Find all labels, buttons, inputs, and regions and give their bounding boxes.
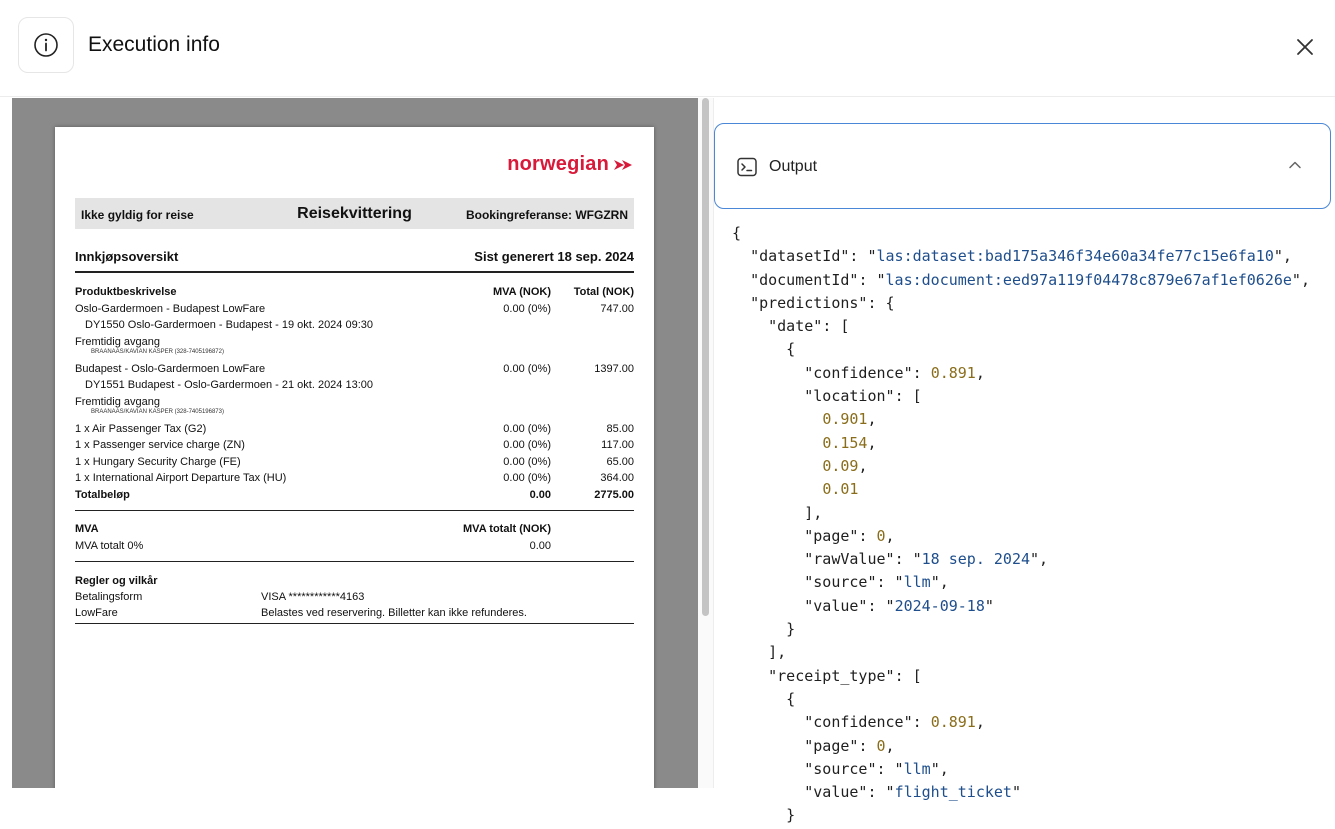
json-location-value: 0.154 (822, 433, 868, 452)
fare-value: Belastes ved reservering. Billetter kan … (261, 607, 527, 619)
divider (75, 271, 634, 273)
receipt-page: norwegian Ikke gyldig for reise Reisekvi… (55, 127, 654, 788)
flight2-passenger: BRAANAAS/KAVIAN KASPER (328-7405196873) (91, 409, 224, 415)
mva-row-label: MVA totalt 0% (75, 540, 144, 552)
json-receipt-confidence: 0.891 (930, 713, 976, 732)
column-description: Produktbeskrivelse (75, 286, 177, 298)
payment-label: Betalingsform (75, 591, 143, 603)
chevron-up-icon[interactable] (1287, 157, 1303, 178)
json-receipt-source: llm (903, 759, 931, 778)
json-location-value: 0.901 (822, 410, 868, 429)
json-location-value: 0.01 (822, 480, 859, 499)
info-icon (18, 17, 74, 73)
mva-row-value: 0.00 (529, 540, 551, 552)
flight2-status: Fremtidig avgang (75, 396, 160, 408)
terms-title: Regler og vilkår (75, 575, 158, 587)
json-output: { "datasetId": "las:dataset:bad175a346f3… (732, 224, 1310, 825)
json-raw-value: 18 sep. 2024 (921, 550, 1031, 569)
fee-label: 1 x Hungary Security Charge (FE) (75, 456, 241, 468)
purchase-overview-title: Innkjøpsoversikt (75, 249, 179, 264)
fee-mva: 0.00 (0%) (503, 439, 551, 451)
flight1-passenger: BRAANAAS/KAVIAN KASPER (328-7405196872) (91, 349, 224, 355)
json-date-confidence: 0.891 (930, 363, 976, 382)
brand-name: norwegian (507, 153, 609, 175)
flight1-status: Fremtidig avgang (75, 336, 160, 348)
modal-title: Execution info (88, 33, 220, 56)
json-date-value: 2024-09-18 (894, 596, 985, 615)
fare-label: LowFare (75, 607, 118, 619)
fee-total: 364.00 (600, 472, 634, 484)
document-viewer[interactable]: norwegian Ikke gyldig for reise Reisekvi… (12, 98, 698, 788)
generated-date: Sist generert 18 sep. 2024 (474, 249, 634, 264)
viewer-scrollbar-thumb[interactable] (702, 98, 709, 616)
divider (75, 561, 634, 562)
close-icon[interactable] (1292, 34, 1318, 60)
json-document-id: las:document:eed97a119f04478c879e67af1ef… (885, 270, 1292, 289)
divider (75, 510, 634, 511)
output-accordion-header[interactable]: Output (714, 123, 1331, 209)
column-mva: MVA (NOK) (492, 286, 551, 298)
json-receipt-page: 0 (876, 736, 886, 755)
json-date-page: 0 (876, 526, 886, 545)
flight2-mva: 0.00 (0%) (503, 363, 551, 375)
viewer-scrollbar[interactable] (698, 98, 714, 788)
output-label: Output (769, 158, 818, 175)
total-label: Totalbeløp (75, 489, 130, 501)
norwegian-logo: norwegian (507, 153, 634, 176)
terminal-icon (737, 157, 757, 182)
total-mva: 0.00 (529, 489, 551, 501)
payment-value: VISA ************4163 (261, 591, 365, 603)
mva-title: MVA (75, 523, 99, 535)
flight2-detail: DY1551 Budapest - Oslo-Gardermoen - 21 o… (85, 379, 374, 391)
json-receipt-value: flight_ticket (894, 783, 1012, 802)
fee-total: 65.00 (606, 456, 634, 468)
json-location-value: 0.09 (822, 456, 859, 475)
modal-header: Execution info (0, 0, 1335, 97)
flight1-title: Oslo-Gardermoen - Budapest LowFare (75, 303, 266, 315)
fee-label: 1 x Air Passenger Tax (G2) (75, 423, 207, 435)
flight1-detail: DY1550 Oslo-Gardermoen - Budapest - 19 o… (85, 319, 374, 331)
receipt-header-band: Ikke gyldig for reise Reisekvittering Bo… (75, 198, 634, 229)
fee-label: 1 x International Airport Departure Tax … (75, 472, 287, 484)
flight2-title: Budapest - Oslo-Gardermoen LowFare (75, 363, 266, 375)
column-total: Total (NOK) (573, 286, 634, 298)
divider (75, 623, 634, 624)
airplane-logo-icon (614, 159, 632, 170)
fee-mva: 0.00 (0%) (503, 456, 551, 468)
fee-total: 117.00 (601, 439, 634, 451)
fee-mva: 0.00 (0%) (503, 423, 551, 435)
fee-total: 85.00 (606, 423, 634, 435)
flight1-mva: 0.00 (0%) (503, 303, 551, 315)
json-dataset-id: las:dataset:bad175a346f34e60a34fe77c15e6… (876, 247, 1274, 266)
json-date-source: llm (903, 573, 931, 592)
booking-reference: Bookingreferanse: WFGZRN (465, 208, 628, 222)
total-sum: 2775.00 (594, 489, 634, 501)
output-panel: Output { "datasetId": "las:dataset:bad17… (714, 98, 1335, 829)
fee-mva: 0.00 (0%) (503, 472, 551, 484)
flight2-total: 1397.00 (594, 363, 634, 375)
mva-column: MVA totalt (NOK) (463, 523, 551, 535)
fee-label: 1 x Passenger service charge (ZN) (75, 439, 245, 451)
flight1-total: 747.00 (600, 303, 634, 315)
